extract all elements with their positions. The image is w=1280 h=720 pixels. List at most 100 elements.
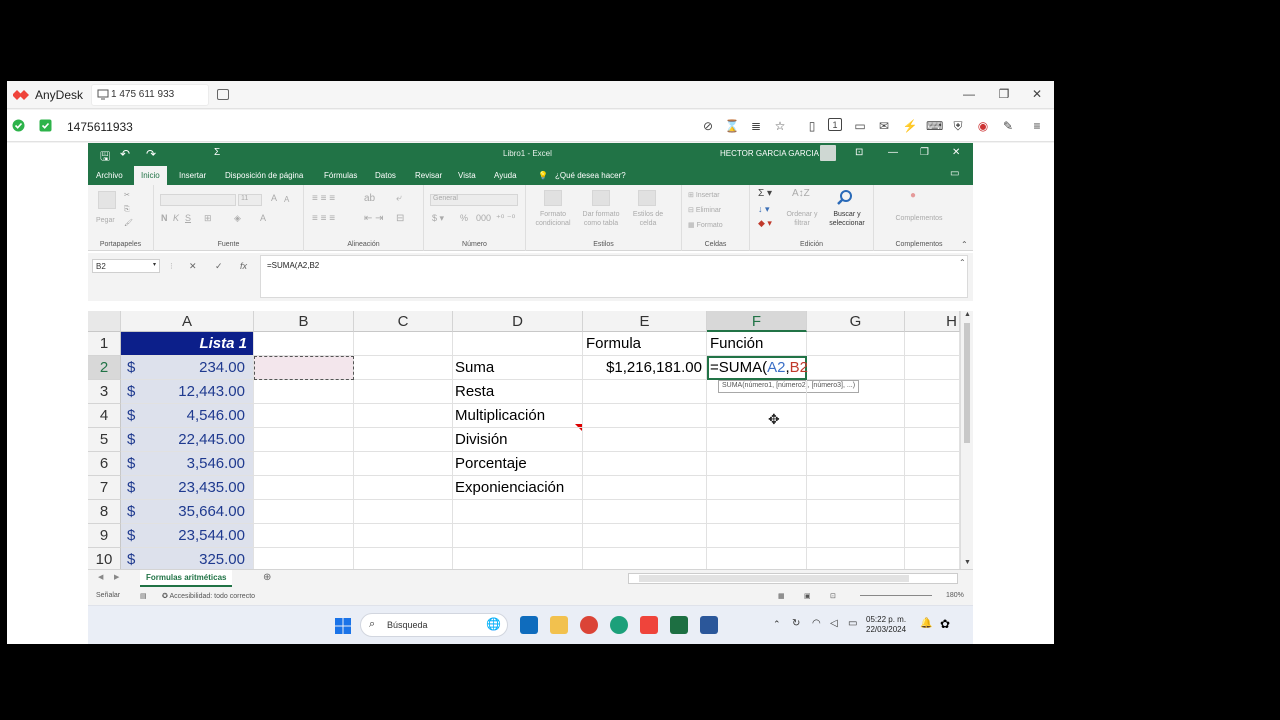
cell-b7[interactable] bbox=[254, 476, 354, 500]
cell-g3[interactable] bbox=[807, 380, 905, 404]
comments-icon[interactable]: ▭ bbox=[950, 168, 959, 179]
cell-g4[interactable] bbox=[807, 404, 905, 428]
shield-icon[interactable]: ⛨ bbox=[950, 118, 966, 134]
cell-f4[interactable] bbox=[707, 404, 807, 428]
cell-a9[interactable]: $23,544.00 bbox=[121, 524, 254, 548]
col-header-a[interactable]: A bbox=[121, 311, 254, 332]
cell-c3[interactable] bbox=[354, 380, 453, 404]
row-header-3[interactable]: 3 bbox=[88, 380, 121, 404]
cell-a3[interactable]: $12,443.00 bbox=[121, 380, 254, 404]
cell-b6[interactable] bbox=[254, 452, 354, 476]
cell-e4[interactable] bbox=[583, 404, 707, 428]
wifi-icon[interactable]: ◠ bbox=[812, 618, 821, 629]
cell-e3[interactable] bbox=[583, 380, 707, 404]
find-select-button[interactable]: Buscar y seleccionar bbox=[824, 210, 870, 228]
font-size-select[interactable]: 11 bbox=[238, 194, 262, 206]
tab-ayuda[interactable]: Ayuda bbox=[494, 171, 517, 180]
sheet-next-icon[interactable]: ▶ bbox=[114, 573, 119, 581]
cell-b8[interactable] bbox=[254, 500, 354, 524]
cell-f2[interactable]: =SUMA(A2,B2 bbox=[707, 356, 808, 380]
italic-icon[interactable]: K bbox=[173, 214, 179, 223]
database-icon[interactable]: ≣ bbox=[748, 118, 764, 134]
ribbon-display-icon[interactable]: ⊡ bbox=[855, 147, 863, 158]
number-format-select[interactable]: General bbox=[430, 194, 518, 206]
cell-d9[interactable] bbox=[453, 524, 583, 548]
cell-c5[interactable] bbox=[354, 428, 453, 452]
record-icon[interactable]: ◉ bbox=[975, 118, 991, 134]
wrap-text-icon[interactable]: ⤶ bbox=[396, 194, 402, 204]
anydesk-taskbar-icon[interactable] bbox=[640, 616, 658, 634]
cell-g8[interactable] bbox=[807, 500, 905, 524]
orientation-icon[interactable]: ab bbox=[364, 194, 375, 204]
grow-font-icon[interactable]: A bbox=[271, 194, 277, 203]
cell-c8[interactable] bbox=[354, 500, 453, 524]
tab-datos[interactable]: Datos bbox=[375, 171, 396, 180]
cell-h7[interactable] bbox=[905, 476, 960, 500]
cell-f6[interactable] bbox=[707, 452, 807, 476]
scroll-down-icon[interactable]: ▼ bbox=[964, 559, 971, 566]
cell-g7[interactable] bbox=[807, 476, 905, 500]
cell-g6[interactable] bbox=[807, 452, 905, 476]
close-icon[interactable]: ✕ bbox=[1029, 87, 1045, 101]
row-header-1[interactable]: 1 bbox=[88, 332, 121, 356]
col-header-c[interactable]: C bbox=[354, 311, 453, 332]
sort-filter-button[interactable]: Ordenar y filtrar bbox=[780, 210, 824, 228]
copilot-icon[interactable]: ✿ bbox=[940, 617, 950, 631]
cell-b5[interactable] bbox=[254, 428, 354, 452]
align-left-icon[interactable]: ≡ ≡ ≡ bbox=[312, 214, 335, 224]
h-scrollbar-thumb[interactable] bbox=[639, 575, 909, 582]
zoom-slider[interactable] bbox=[860, 595, 932, 596]
col-header-e[interactable]: E bbox=[583, 311, 707, 332]
sheet-prev-icon[interactable]: ◀ bbox=[98, 573, 103, 581]
row-header-8[interactable]: 8 bbox=[88, 500, 121, 524]
tell-me-search[interactable]: ¿Qué desea hacer? bbox=[555, 171, 626, 180]
cell-c9[interactable] bbox=[354, 524, 453, 548]
cell-h8[interactable] bbox=[905, 500, 960, 524]
cell-f9[interactable] bbox=[707, 524, 807, 548]
spreadsheet-grid[interactable]: A B C D E F G H ▲ ▼ SUMA(número1, [númer… bbox=[88, 311, 973, 572]
cell-c6[interactable] bbox=[354, 452, 453, 476]
horizontal-scrollbar[interactable] bbox=[628, 573, 958, 584]
fill-down-icon[interactable]: ↓ ▾ bbox=[758, 205, 770, 214]
cell-d5[interactable]: División bbox=[453, 428, 583, 452]
new-tab-icon[interactable] bbox=[217, 89, 229, 100]
scrollbar-thumb[interactable] bbox=[964, 323, 970, 443]
cell-a8[interactable]: $35,664.00 bbox=[121, 500, 254, 524]
cell-d6[interactable]: Porcentaje bbox=[453, 452, 583, 476]
cell-b3[interactable] bbox=[254, 380, 354, 404]
cell-f5[interactable] bbox=[707, 428, 807, 452]
cell-e9[interactable] bbox=[583, 524, 707, 548]
cell-f8[interactable] bbox=[707, 500, 807, 524]
borders-icon[interactable]: ⊞ bbox=[204, 214, 212, 223]
col-header-f[interactable]: F bbox=[707, 311, 807, 332]
page-break-icon[interactable]: ⊡ bbox=[830, 592, 836, 600]
tab-disposicion[interactable]: Disposición de página bbox=[225, 171, 303, 180]
shrink-font-icon[interactable]: A bbox=[284, 195, 289, 204]
cut-icon[interactable]: ✂ bbox=[124, 191, 130, 200]
percent-icon[interactable]: % bbox=[460, 214, 468, 223]
restore-icon[interactable]: ❐ bbox=[920, 147, 929, 158]
cell-g1[interactable] bbox=[807, 332, 905, 356]
cell-d3[interactable]: Resta bbox=[453, 380, 583, 404]
menu-icon[interactable]: ≡ bbox=[1029, 118, 1045, 134]
volume-icon[interactable]: ◁ bbox=[830, 618, 838, 629]
select-all-corner[interactable] bbox=[88, 311, 121, 332]
cell-d4[interactable]: Multiplicación bbox=[453, 404, 583, 428]
cell-f1[interactable]: Función bbox=[707, 332, 807, 356]
sum-icon[interactable]: Σ ▾ bbox=[758, 189, 772, 199]
undo-icon[interactable]: ↶ bbox=[120, 147, 130, 161]
row-header-6[interactable]: 6 bbox=[88, 452, 121, 476]
cell-styles-button[interactable]: Estilos de celda bbox=[626, 210, 670, 228]
cell-h1[interactable] bbox=[905, 332, 960, 356]
cell-a5[interactable]: $22,445.00 bbox=[121, 428, 254, 452]
enter-icon[interactable]: ✓ bbox=[215, 261, 223, 272]
cell-f7[interactable] bbox=[707, 476, 807, 500]
cell-e7[interactable] bbox=[583, 476, 707, 500]
font-color-icon[interactable]: A bbox=[260, 214, 266, 223]
cell-g5[interactable] bbox=[807, 428, 905, 452]
cell-a4[interactable]: $4,546.00 bbox=[121, 404, 254, 428]
cell-g2[interactable] bbox=[807, 356, 905, 380]
formula-input[interactable]: =SUMA(A2,B2 bbox=[260, 255, 968, 298]
row-header-5[interactable]: 5 bbox=[88, 428, 121, 452]
chrome-icon[interactable] bbox=[580, 616, 598, 634]
